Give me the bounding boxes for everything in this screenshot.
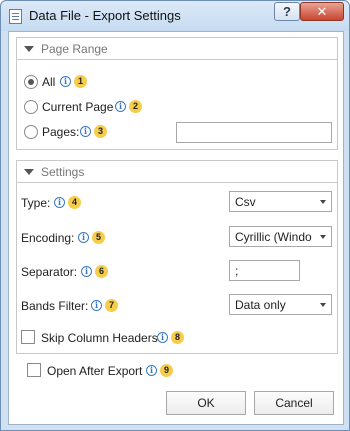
dropdown-arrow-icon	[320, 235, 326, 239]
info-icon[interactable]: i	[146, 365, 157, 376]
document-icon	[9, 9, 22, 24]
bands-filter-value: Data only	[235, 298, 286, 312]
all-radio[interactable]	[24, 75, 38, 89]
info-icon[interactable]: i	[78, 232, 89, 243]
callout-badge: 4	[68, 196, 81, 209]
info-icon[interactable]: i	[81, 266, 92, 277]
title-bar: Data File - Export Settings ? ✕	[1, 1, 349, 31]
callout-badge: 1	[74, 75, 87, 88]
callout-badge: 8	[171, 331, 184, 344]
all-label[interactable]: All	[42, 75, 55, 89]
pages-input[interactable]	[176, 122, 332, 143]
pages-radio[interactable]	[24, 125, 38, 139]
encoding-dropdown[interactable]: Cyrillic (Windo	[229, 226, 332, 247]
info-icon[interactable]: i	[60, 76, 71, 87]
collapse-arrow-icon[interactable]	[24, 169, 34, 175]
dropdown-arrow-icon	[320, 200, 326, 204]
current-page-label[interactable]: Current Page	[42, 100, 113, 114]
open-after-export-label[interactable]: Open After Export	[47, 364, 142, 378]
cancel-button[interactable]: Cancel	[254, 391, 334, 415]
bands-filter-label: Bands Filter:	[21, 299, 89, 313]
callout-badge: 9	[160, 364, 173, 377]
dialog-content: Page Range All i 1 Current Page i 2 Page…	[8, 31, 344, 425]
settings-title: Settings	[41, 165, 85, 179]
settings-group: Settings	[16, 160, 338, 354]
info-icon[interactable]: i	[54, 197, 65, 208]
type-dropdown[interactable]: Csv	[229, 191, 332, 212]
skip-column-headers-label[interactable]: Skip Column Headers	[41, 331, 158, 345]
collapse-arrow-icon[interactable]	[24, 46, 34, 52]
callout-badge: 5	[92, 231, 105, 244]
callout-badge: 6	[95, 265, 108, 278]
ok-button[interactable]: OK	[166, 391, 246, 415]
dropdown-arrow-icon	[320, 303, 326, 307]
close-button[interactable]: ✕	[300, 2, 344, 21]
encoding-label: Encoding:	[21, 231, 75, 245]
callout-badge: 7	[105, 299, 118, 312]
callout-badge: 3	[94, 125, 107, 138]
bands-filter-dropdown[interactable]: Data only	[229, 294, 332, 315]
info-icon[interactable]: i	[91, 300, 102, 311]
page-range-title: Page Range	[41, 42, 108, 56]
skip-column-headers-checkbox[interactable]	[21, 330, 35, 344]
encoding-value: Cyrillic (Windo	[235, 230, 312, 244]
callout-badge: 2	[129, 100, 142, 113]
type-label: Type:	[21, 196, 51, 210]
help-button[interactable]: ?	[274, 2, 300, 21]
page-range-header[interactable]: Page Range	[17, 38, 337, 60]
current-page-radio[interactable]	[24, 100, 38, 114]
info-icon[interactable]: i	[80, 126, 91, 137]
info-icon[interactable]: i	[157, 332, 168, 343]
pages-label[interactable]: Pages:	[42, 125, 79, 139]
export-settings-dialog: Data File - Export Settings ? ✕ Page Ran…	[0, 0, 350, 431]
separator-label: Separator:	[21, 265, 78, 279]
window-title: Data File - Export Settings	[29, 8, 181, 23]
separator-input[interactable]: ;	[229, 260, 300, 281]
info-icon[interactable]: i	[115, 101, 126, 112]
open-after-export-checkbox[interactable]	[27, 363, 41, 377]
settings-header[interactable]: Settings	[17, 161, 337, 183]
type-value: Csv	[235, 195, 256, 209]
